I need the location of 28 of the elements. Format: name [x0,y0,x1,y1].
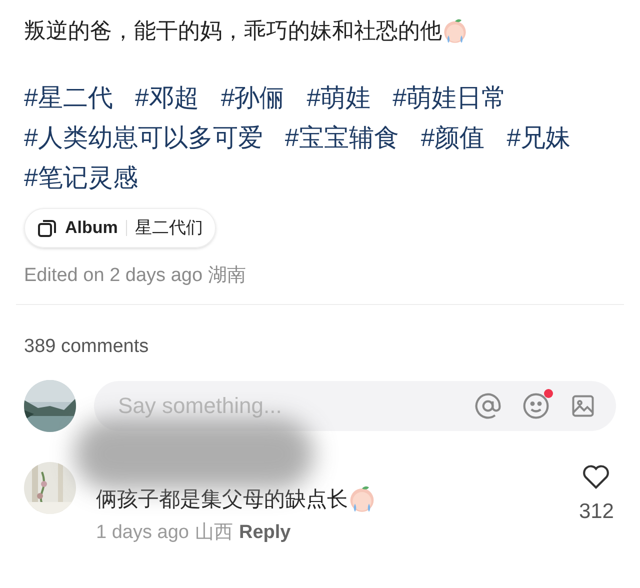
at-icon[interactable] [474,392,502,420]
image-icon[interactable] [570,392,596,418]
post-text: 叛逆的爸，能干的妈，乖巧的妹和社恐的他 [24,17,442,45]
heart-icon[interactable] [582,464,610,490]
album-icon [37,218,57,238]
hashtag-link[interactable]: #兄妹 [506,118,571,158]
hashtag-link[interactable]: #孙俪 [220,78,285,118]
hashtag-link[interactable]: #邓超 [134,78,199,118]
hashtag-link[interactable]: #宝宝辅食 [284,118,399,158]
edited-text: Edited on 2 days ago 湖南 [24,264,247,288]
album-label: Album [65,217,118,239]
hashtag-link[interactable]: #萌娃 [306,78,371,118]
album-name: 星二代们 [134,217,203,239]
album-chip[interactable]: Album 星二代们 [24,208,216,248]
hashtag-link[interactable]: #星二代 [24,78,113,118]
hashtag-link[interactable]: #笔记灵感 [24,158,138,198]
comments-count: 389 comments [24,335,150,359]
emoji-button[interactable] [522,392,550,420]
comment-time: 1 days ago [96,521,189,545]
reply-link[interactable]: Reply [238,519,291,548]
comment-location: 山西 [194,521,233,545]
like-count: 312 [578,498,614,524]
hashtag-link[interactable]: #人类幼崽可以多可爱 [24,118,263,158]
peach-icon [442,18,468,44]
comment-text: 俩孩子都是集父母的缺点长 [96,486,348,512]
hashtag-link[interactable]: #颜值 [420,118,485,158]
peach-icon [348,485,376,514]
hashtag-link[interactable]: #萌娃日常 [392,78,507,118]
